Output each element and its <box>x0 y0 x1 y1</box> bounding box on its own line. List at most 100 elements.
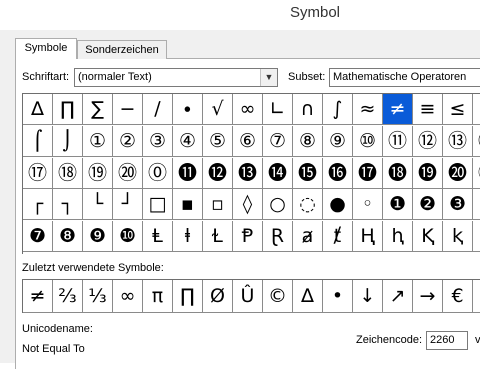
symbol-cell[interactable]: ⑨ <box>323 125 353 157</box>
symbol-cell[interactable]: ◌ <box>293 189 323 221</box>
symbol-cell[interactable]: ⌡ <box>53 125 83 157</box>
symbol-cell[interactable]: ❽ <box>53 221 83 253</box>
symbol-cell[interactable]: ∕ <box>143 94 173 125</box>
font-dropdown[interactable]: (normaler Text) ▼ <box>74 68 278 87</box>
symbol-cell[interactable]: Ⱨ <box>353 221 383 253</box>
symbol-cell[interactable]: ⓱ <box>353 157 383 189</box>
symbol-cell[interactable]: ⓰ <box>323 157 353 189</box>
symbol-cell[interactable]: Ᵽ <box>233 221 263 253</box>
tab-symbole[interactable]: Symbole <box>15 38 77 59</box>
symbol-cell[interactable]: ⑭ <box>473 125 480 157</box>
symbol-cell[interactable]: ❼ <box>23 221 53 253</box>
symbol-cell[interactable]: ≥ <box>473 94 480 125</box>
symbol-cell[interactable]: Ⱡ <box>143 221 173 253</box>
symbol-cell[interactable]: ⑩ <box>353 125 383 157</box>
symbol-cell[interactable]: ⓪ <box>143 157 173 189</box>
recent-symbol-cell[interactable]: ∆ <box>293 280 323 313</box>
symbol-cell[interactable]: ▪ <box>173 189 203 221</box>
symbol-cell[interactable]: ⱦ <box>323 221 353 253</box>
symbol-cell[interactable]: ⓲ <box>383 157 413 189</box>
symbol-cell[interactable]: ⑬ <box>443 125 473 157</box>
recent-symbol-cell[interactable]: π <box>143 280 173 313</box>
symbol-cell[interactable]: ③ <box>143 125 173 157</box>
symbol-cell[interactable]: ≠ <box>383 94 413 125</box>
symbol-cell[interactable]: ⑳ <box>113 157 143 189</box>
symbol-cell[interactable]: ∆ <box>23 94 53 125</box>
symbol-cell[interactable]: ⓭ <box>233 157 263 189</box>
symbol-cell[interactable]: ⑤ <box>203 125 233 157</box>
symbol-cell[interactable]: ◦ <box>353 189 383 221</box>
symbol-cell[interactable]: ⱪ <box>443 221 473 253</box>
recent-symbol-cell[interactable]: ∏ <box>173 280 203 313</box>
symbol-cell[interactable]: ⓫ <box>173 157 203 189</box>
symbol-cell[interactable]: ⓳ <box>413 157 443 189</box>
symbol-cell[interactable]: └ <box>83 189 113 221</box>
symbol-cell[interactable]: ⱥ <box>293 221 323 253</box>
symbol-cell[interactable]: ❶ <box>383 189 413 221</box>
symbol-cell[interactable]: Ɽ <box>263 221 293 253</box>
symbol-cell[interactable]: ⓴ <box>443 157 473 189</box>
symbol-cell[interactable]: √ <box>203 94 233 125</box>
recent-symbol-cell[interactable]: ∞ <box>113 280 143 313</box>
recent-symbol-cell[interactable]: © <box>263 280 293 313</box>
symbol-cell[interactable]: ❹ <box>473 189 480 221</box>
symbol-cell[interactable]: ┌ <box>23 189 53 221</box>
symbol-cell[interactable]: □ <box>143 189 173 221</box>
symbol-cell[interactable]: ▫ <box>203 189 233 221</box>
recent-symbol-cell[interactable]: ⅓ <box>83 280 113 313</box>
symbol-cell[interactable]: Ⱪ <box>413 221 443 253</box>
symbol-cell[interactable]: ┘ <box>113 189 143 221</box>
chevron-down-icon[interactable]: ▼ <box>260 69 277 86</box>
recent-symbol-cell[interactable]: ↓ <box>353 280 383 313</box>
recent-symbol-cell[interactable]: ↗ <box>383 280 413 313</box>
symbol-cell[interactable]: ∩ <box>293 94 323 125</box>
symbol-cell[interactable]: ∟ <box>263 94 293 125</box>
symbol-cell[interactable]: ○ <box>263 189 293 221</box>
symbol-cell[interactable]: ∞ <box>233 94 263 125</box>
recent-symbol-cell[interactable]: ≠ <box>23 280 53 313</box>
symbol-cell[interactable]: ⑪ <box>383 125 413 157</box>
symbol-cell[interactable]: ① <box>83 125 113 157</box>
symbol-cell[interactable]: ⑦ <box>263 125 293 157</box>
symbol-cell[interactable]: ⓬ <box>203 157 233 189</box>
symbol-cell[interactable]: ∏ <box>53 94 83 125</box>
symbol-cell[interactable]: Ɫ <box>203 221 233 253</box>
symbol-cell[interactable]: ◊ <box>233 189 263 221</box>
recent-symbol-cell[interactable]: → <box>413 280 443 313</box>
recent-symbol-cell[interactable]: £ <box>473 280 480 313</box>
symbol-cell[interactable]: ⑥ <box>233 125 263 157</box>
symbol-cell[interactable]: ⑰ <box>23 157 53 189</box>
symbol-cell[interactable]: ⑧ <box>293 125 323 157</box>
symbol-cell[interactable]: ❸ <box>443 189 473 221</box>
symbol-cell[interactable]: ∙ <box>173 94 203 125</box>
recent-symbol-cell[interactable]: • <box>323 280 353 313</box>
symbol-cell[interactable]: ④ <box>173 125 203 157</box>
symbol-cell[interactable]: ⑲ <box>83 157 113 189</box>
symbol-cell[interactable]: ≡ <box>413 94 443 125</box>
symbol-cell[interactable]: ❿ <box>113 221 143 253</box>
recent-symbol-cell[interactable]: Û <box>233 280 263 313</box>
symbol-cell[interactable]: ⱨ <box>383 221 413 253</box>
subset-dropdown[interactable]: Mathematische Operatoren <box>329 68 480 87</box>
symbol-cell[interactable]: ⌠ <box>23 125 53 157</box>
symbol-cell[interactable]: ⑱ <box>53 157 83 189</box>
symbol-cell[interactable]: ⑫ <box>413 125 443 157</box>
charcode-input[interactable]: 2260 <box>426 331 468 350</box>
symbol-cell[interactable]: ⓮ <box>263 157 293 189</box>
recent-symbol-cell[interactable]: ⅔ <box>53 280 83 313</box>
symbol-cell[interactable]: ⱡ <box>173 221 203 253</box>
recent-symbol-cell[interactable]: Ø <box>203 280 233 313</box>
tab-sonderzeichen[interactable]: Sonderzeichen <box>77 40 167 59</box>
symbol-cell[interactable]: − <box>113 94 143 125</box>
symbol-cell[interactable]: ┐ <box>53 189 83 221</box>
symbol-cell[interactable]: ⓯ <box>293 157 323 189</box>
symbol-cell[interactable]: ∑ <box>83 94 113 125</box>
symbol-cell[interactable]: ∫ <box>323 94 353 125</box>
symbol-cell[interactable]: ② <box>113 125 143 157</box>
symbol-cell[interactable]: Ⱬ <box>473 221 480 253</box>
recent-symbol-cell[interactable]: € <box>443 280 473 313</box>
symbol-cell[interactable]: ≤ <box>443 94 473 125</box>
symbol-cell[interactable]: ● <box>323 189 353 221</box>
symbol-cell[interactable]: ≈ <box>353 94 383 125</box>
symbol-cell[interactable]: ⓵ <box>473 157 480 189</box>
